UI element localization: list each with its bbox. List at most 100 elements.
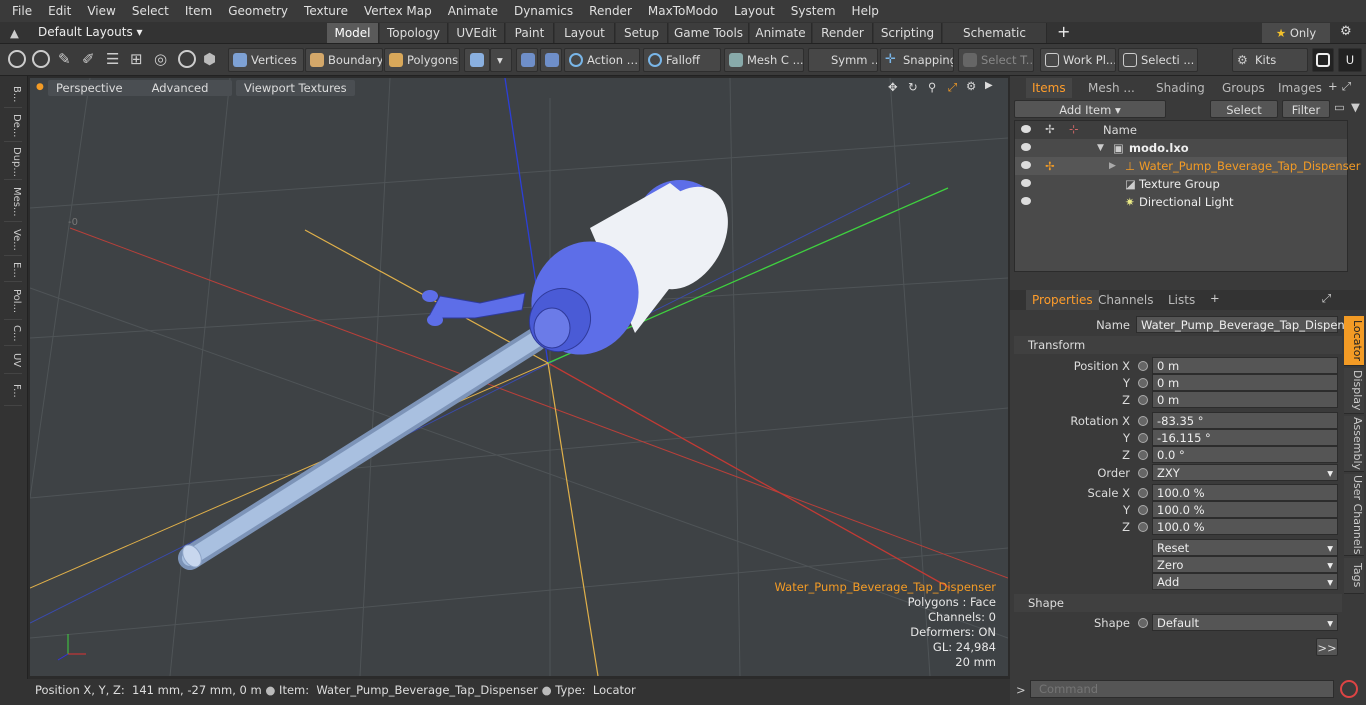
sphere-icon[interactable] — [178, 50, 196, 68]
tab-schematic-fusion[interactable]: Schematic Fusion — [943, 23, 1047, 60]
name-field[interactable]: Water_Pump_Beverage_Tap_Dispenser — [1136, 316, 1362, 333]
side-tab-display[interactable]: Display — [1344, 368, 1364, 414]
left-tab-polygon[interactable]: Pol... — [4, 284, 22, 320]
unreal-button[interactable]: U — [1338, 48, 1362, 72]
rotation-z-field[interactable]: 0.0 ° — [1152, 446, 1338, 463]
left-tab-uv[interactable]: UV — [4, 348, 22, 374]
side-tab-tags[interactable]: Tags — [1344, 558, 1364, 594]
item-row-texture-group[interactable]: ◪ Texture Group — [1015, 175, 1347, 193]
tab-render[interactable]: Render — [813, 23, 873, 43]
more-button[interactable]: >> — [1316, 638, 1338, 656]
menu-item[interactable]: Item — [177, 0, 220, 22]
eye-icon[interactable] — [1021, 197, 1031, 205]
tab-properties[interactable]: Properties — [1026, 290, 1099, 310]
add-props-tab-icon[interactable]: + — [1210, 291, 1220, 305]
transform-section[interactable]: Transform — [1014, 336, 1342, 354]
rotation-y-keyframe[interactable] — [1138, 433, 1148, 443]
menu-system[interactable]: System — [783, 0, 844, 22]
material-button[interactable] — [516, 48, 538, 72]
mode-dropdown[interactable]: ▾ — [490, 48, 512, 72]
tab-scripting[interactable]: Scripting — [874, 23, 942, 43]
order-dropdown[interactable]: ZXY ▾ — [1152, 464, 1338, 481]
name-column-header[interactable]: Name — [1103, 123, 1137, 137]
zero-dropdown[interactable]: Zero ▾ — [1152, 556, 1338, 573]
menu-help[interactable]: Help — [844, 0, 887, 22]
filter-funnel-icon[interactable]: ▼ — [1351, 100, 1360, 114]
collapse-icon[interactable]: ▭ — [1334, 100, 1345, 114]
viewport-expand-icon[interactable]: ▶ — [985, 80, 993, 91]
left-tab-fusion[interactable]: F... — [4, 376, 22, 406]
menu-select[interactable]: Select — [124, 0, 177, 22]
3d-viewport[interactable]: -0 ● Perspective Advanced Viewport Textu… — [30, 78, 1008, 676]
tab-lists[interactable]: Lists — [1162, 290, 1201, 310]
side-tab-assembly[interactable]: Assembly — [1344, 416, 1364, 472]
menu-view[interactable]: View — [79, 0, 123, 22]
side-tab-user-channels[interactable]: User Channels — [1344, 474, 1364, 556]
rotation-z-keyframe[interactable] — [1138, 450, 1148, 460]
record-icon[interactable] — [1340, 680, 1358, 698]
tab-setup[interactable]: Setup — [616, 23, 668, 43]
shape-section[interactable]: Shape — [1014, 594, 1342, 612]
menu-geometry[interactable]: Geometry — [220, 0, 296, 22]
item-row-scene[interactable]: ▼ ▣ modo.lxo — [1015, 139, 1347, 157]
menu-file[interactable]: File — [4, 0, 40, 22]
align-icon[interactable]: ☰ — [106, 50, 119, 68]
pen-icon[interactable]: ✎ — [58, 50, 71, 68]
grid-icon[interactable]: ⊞ — [130, 50, 143, 68]
tab-uvedit[interactable]: UVEdit — [449, 23, 505, 43]
tab-animate[interactable]: Animate — [750, 23, 812, 43]
command-input[interactable] — [1030, 680, 1334, 698]
brush-icon[interactable]: ✐ — [82, 50, 95, 68]
left-tab-deform[interactable]: De... — [4, 110, 22, 142]
left-tab-vertex[interactable]: Ve... — [4, 224, 22, 256]
position-x-field[interactable]: 0 m — [1152, 357, 1338, 374]
left-tab-mesh-edit[interactable]: Mes... — [4, 182, 22, 222]
menu-animate[interactable]: Animate — [440, 0, 506, 22]
mesh-constraint-button[interactable]: Mesh C ... — [724, 48, 804, 72]
left-tab-duplicate[interactable]: Dup... — [4, 144, 22, 180]
only-toggle[interactable]: ★ Only — [1262, 23, 1330, 43]
move-view-icon[interactable]: ✥ — [888, 80, 898, 94]
position-z-field[interactable]: 0 m — [1152, 391, 1338, 408]
tab-topology[interactable]: Topology — [380, 23, 448, 43]
menu-layout[interactable]: Layout — [726, 0, 783, 22]
rotate-view-icon[interactable]: ↻ — [908, 80, 918, 94]
select-through-button[interactable]: Select T... — [958, 48, 1034, 72]
left-tab-curve[interactable]: C... — [4, 322, 22, 346]
target-icon[interactable]: ◎ — [154, 50, 167, 68]
add-item-dropdown[interactable]: Add Item ▾ — [1014, 100, 1166, 118]
tab-channels[interactable]: Channels — [1092, 290, 1160, 310]
tab-images[interactable]: Images — [1272, 78, 1328, 98]
locked-icon[interactable]: ✢ — [1045, 157, 1055, 175]
scale-z-field[interactable]: 100.0 % — [1152, 518, 1338, 535]
panel-expand-icon[interactable]: ⤢ — [1342, 79, 1351, 94]
scale-x-field[interactable]: 100.0 % — [1152, 484, 1338, 501]
unity-button[interactable] — [1312, 48, 1334, 72]
item-row-locator[interactable]: ✢ ▶ ⊥ Water_Pump_Beverage_Tap_Dispenser — [1015, 157, 1360, 175]
selection-sets-button[interactable]: Selecti ... — [1118, 48, 1198, 72]
tab-items[interactable]: Items — [1026, 78, 1072, 98]
fit-view-icon[interactable]: ⤢ — [948, 80, 957, 95]
item-mode-button[interactable] — [464, 48, 490, 72]
tab-layout[interactable]: Layout — [555, 23, 615, 43]
expand-arrow-icon[interactable]: ▼ — [1097, 139, 1104, 157]
eye-icon[interactable] — [1021, 143, 1031, 151]
work-plane-button[interactable]: Work Pl... — [1040, 48, 1116, 72]
filter-button[interactable]: Filter — [1282, 100, 1330, 118]
shape-dropdown[interactable]: Default ▾ — [1152, 614, 1338, 631]
tab-shading[interactable]: Shading — [1150, 78, 1211, 98]
reset-dropdown[interactable]: Reset ▾ — [1152, 539, 1338, 556]
scale-z-keyframe[interactable] — [1138, 522, 1148, 532]
position-y-keyframe[interactable] — [1138, 378, 1148, 388]
scale-y-keyframe[interactable] — [1138, 505, 1148, 515]
shader-button[interactable] — [540, 48, 562, 72]
tab-game-tools[interactable]: Game Tools — [669, 23, 749, 43]
polygons-button[interactable]: Polygons — [384, 48, 460, 72]
default-layouts-dropdown[interactable]: Default Layouts ▾ — [38, 25, 143, 39]
perspective-button[interactable]: Perspective — [48, 80, 131, 96]
tab-model[interactable]: Model — [327, 23, 379, 43]
tab-mesh[interactable]: Mesh ... — [1082, 78, 1141, 98]
rotation-y-field[interactable]: -16.115 ° — [1152, 429, 1338, 446]
menu-dynamics[interactable]: Dynamics — [506, 0, 581, 22]
zoom-view-icon[interactable]: ⚲ — [928, 80, 936, 94]
